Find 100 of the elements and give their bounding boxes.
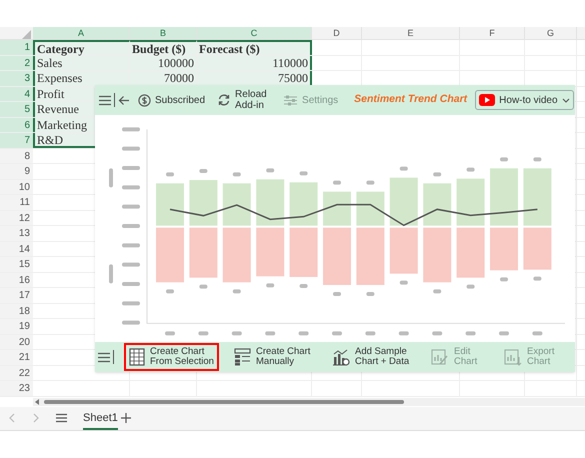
value-label-placeholder xyxy=(232,289,241,294)
axis-label-placeholder xyxy=(122,185,140,190)
column-header[interactable]: A xyxy=(33,27,130,39)
row-header[interactable]: 5 xyxy=(0,102,33,116)
row-header[interactable]: 20 xyxy=(0,334,33,349)
row-header[interactable]: 15 xyxy=(0,257,33,272)
column-header[interactable]: F xyxy=(460,27,525,39)
row-header[interactable]: 12 xyxy=(0,210,33,225)
table-cell[interactable]: Category xyxy=(33,40,130,54)
toolbar-button[interactable]: Subscribed xyxy=(138,94,206,106)
table-cell[interactable]: Marketing xyxy=(33,118,95,132)
axis-label-placeholder xyxy=(122,320,140,325)
table-cell[interactable]: Budget ($) xyxy=(130,40,197,54)
axis-label-placeholder xyxy=(122,204,140,209)
row-header[interactable]: 13 xyxy=(0,226,33,240)
action-button[interactable]: Create Chart From Selection xyxy=(124,343,219,371)
row-header[interactable]: 18 xyxy=(0,304,33,318)
row-header[interactable]: 19 xyxy=(0,319,33,334)
table-cell[interactable]: 100000 xyxy=(130,56,197,70)
table-cell[interactable]: Profit xyxy=(33,86,95,101)
column-header[interactable]: D xyxy=(312,27,362,39)
value-label-placeholder xyxy=(433,172,442,176)
column-header[interactable]: C xyxy=(197,27,312,39)
row-header[interactable]: 1 xyxy=(0,40,33,54)
value-label-placeholder xyxy=(466,168,475,172)
value-label-placeholder xyxy=(433,289,442,294)
table-cell[interactable]: R&D xyxy=(33,133,95,148)
axis-label-placeholder xyxy=(122,243,140,248)
positive-bar xyxy=(290,182,318,226)
row-header[interactable]: 9 xyxy=(0,164,33,178)
table-cell[interactable]: 70000 xyxy=(130,71,197,86)
axis-label-placeholder xyxy=(298,331,309,336)
row-header[interactable]: 2 xyxy=(0,56,33,70)
value-label-placeholder xyxy=(300,284,308,288)
table-cell[interactable]: Forecast ($) xyxy=(197,40,312,54)
table-cell[interactable]: Sales xyxy=(33,56,130,70)
negative-bar xyxy=(156,228,184,282)
table-cell[interactable]: Expenses xyxy=(33,71,130,86)
row-header[interactable]: 23 xyxy=(0,381,33,396)
value-label-placeholder xyxy=(333,292,341,296)
column-header[interactable]: B xyxy=(130,27,197,39)
back-arrow-icon[interactable] xyxy=(118,94,130,106)
action-button[interactable]: Add Sample Chart + Data xyxy=(327,343,416,371)
positive-bar xyxy=(523,168,552,226)
axis-label-placeholder xyxy=(122,166,140,170)
column-header[interactable]: G xyxy=(525,27,577,39)
negative-bar xyxy=(390,228,418,274)
menu-icon[interactable] xyxy=(56,413,67,423)
row-header[interactable]: 14 xyxy=(0,242,33,256)
horizontal-scrollbar[interactable] xyxy=(44,400,404,404)
value-label-placeholder xyxy=(400,280,408,285)
row-header[interactable]: 4 xyxy=(0,86,33,101)
axis-label-placeholder xyxy=(499,331,509,336)
table-cell[interactable]: 75000 xyxy=(197,71,312,86)
value-label-placeholder xyxy=(533,157,542,162)
axis-label-placeholder xyxy=(466,331,476,336)
axis-label-placeholder xyxy=(532,331,542,336)
row-header[interactable]: 16 xyxy=(0,272,33,287)
row-header[interactable]: 10 xyxy=(0,180,33,194)
positive-bar xyxy=(222,183,251,226)
value-label-placeholder xyxy=(333,180,341,185)
axis-label-placeholder xyxy=(332,331,342,336)
row-header[interactable]: 3 xyxy=(0,71,33,86)
chart-pencil-icon xyxy=(431,348,449,366)
negative-bar xyxy=(423,228,452,282)
add-sheet-icon[interactable] xyxy=(120,413,131,423)
axis-label-placeholder xyxy=(398,331,409,336)
toolbar-button[interactable]: Reload Add-in xyxy=(217,89,272,111)
value-label-placeholder xyxy=(366,180,374,185)
play-icon xyxy=(479,94,496,106)
sheet-tab[interactable]: Sheet1 xyxy=(83,406,118,430)
table-cell[interactable]: Revenue xyxy=(33,102,95,116)
axis-label-placeholder xyxy=(122,127,140,132)
menu-icon[interactable] xyxy=(98,352,110,362)
row-header[interactable]: 6 xyxy=(0,118,33,132)
positive-bar xyxy=(423,183,452,226)
sliders-icon xyxy=(283,94,298,106)
table-cell[interactable]: 110000 xyxy=(197,56,312,70)
positive-bar xyxy=(356,192,384,226)
chart-gear-icon xyxy=(332,348,350,366)
axis-label-placeholder xyxy=(198,331,208,336)
negative-bar xyxy=(356,228,384,285)
positive-bar xyxy=(390,178,418,226)
row-header[interactable]: 17 xyxy=(0,288,33,302)
axis-label-placeholder xyxy=(432,331,442,336)
row-header[interactable]: 11 xyxy=(0,195,33,210)
row-header[interactable]: 7 xyxy=(0,133,33,148)
action-button[interactable]: Create Chart Manually xyxy=(229,343,317,371)
row-header[interactable]: 21 xyxy=(0,350,33,364)
negative-bar xyxy=(189,228,218,278)
value-label-placeholder xyxy=(199,169,208,173)
axis-label-placeholder xyxy=(165,331,175,336)
column-header[interactable]: E xyxy=(362,27,460,39)
menu-icon[interactable] xyxy=(99,94,111,106)
video-dropdown[interactable]: How-to video xyxy=(475,90,574,110)
table-icon xyxy=(129,348,145,366)
row-header[interactable]: 22 xyxy=(0,366,33,380)
row-header[interactable]: 8 xyxy=(0,148,33,163)
positive-bar xyxy=(490,168,518,226)
chart-export-icon xyxy=(504,348,522,366)
